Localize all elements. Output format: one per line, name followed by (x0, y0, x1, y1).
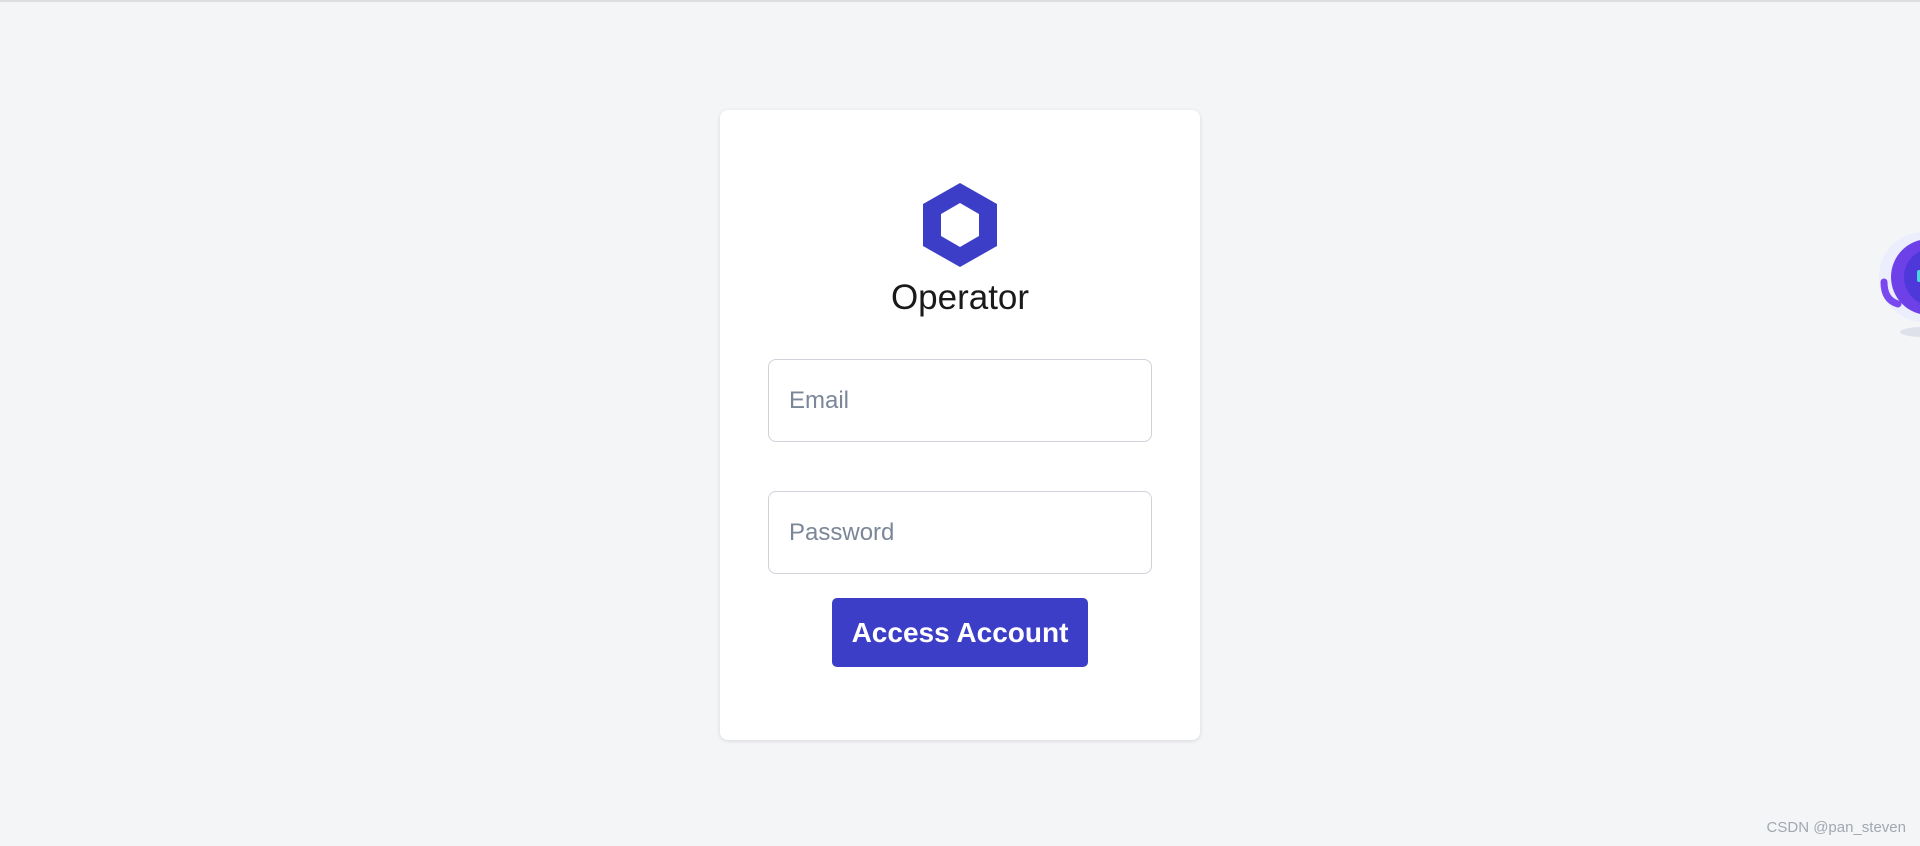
password-input[interactable] (768, 491, 1152, 574)
assistant-bot-icon[interactable] (1876, 220, 1920, 340)
email-input[interactable] (768, 359, 1152, 442)
hexagon-icon (920, 180, 1000, 270)
access-account-button[interactable]: Access Account (832, 598, 1088, 667)
top-border (0, 0, 1920, 2)
app-title: Operator (890, 278, 1030, 317)
login-card: Operator Access Account (720, 110, 1200, 740)
watermark-text: CSDN @pan_steven (1766, 819, 1906, 836)
